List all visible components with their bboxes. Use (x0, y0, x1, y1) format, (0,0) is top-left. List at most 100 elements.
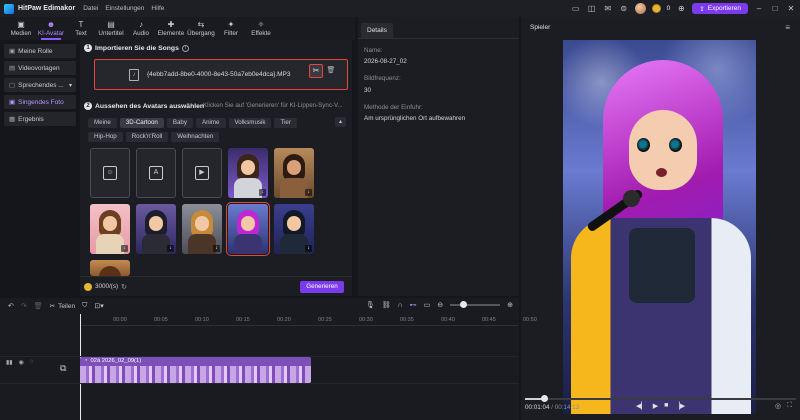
avatar-tile-2[interactable]: ↓ (274, 148, 314, 198)
upload-photo-tile[interactable]: ☺ (90, 148, 130, 198)
track-type-icon: ⧉ (60, 363, 67, 373)
tool-medien[interactable]: ▣ Medien (6, 17, 36, 40)
zoom-slider[interactable] (450, 301, 501, 308)
player-extra-controls: ◎ ⛶ (775, 402, 792, 410)
shield-icon[interactable]: ⛉ (82, 302, 87, 310)
menu-hilfe[interactable]: Hilfe (151, 5, 164, 12)
sidebar-item-meine-rolle[interactable]: ▣ Meine Rolle (4, 44, 76, 58)
info-icon[interactable]: i (181, 44, 189, 52)
stop-icon[interactable]: ■ (664, 402, 668, 410)
clip-thumbnails (80, 366, 311, 383)
chip-anime[interactable]: Anime (195, 118, 226, 128)
add-coins-icon[interactable]: ⊕ (676, 4, 686, 14)
track-lock-icon[interactable]: ▮▮ (6, 359, 13, 366)
user-avatar[interactable] (634, 3, 646, 14)
upload-video-tile[interactable]: ▶ (182, 148, 222, 198)
mail-icon[interactable]: ✉ (603, 4, 613, 14)
player-progress-bar[interactable] (525, 395, 796, 402)
tool-text[interactable]: T Text (66, 17, 96, 40)
collapse-categories-button[interactable]: ▴ (335, 117, 346, 127)
user-icon: ▣ (9, 48, 16, 55)
sidebar-item-sprechendes[interactable]: ▢ Sprechendes ... ▾ (4, 78, 76, 92)
cut-song-button[interactable]: ✂ (309, 64, 323, 78)
avatar-tile-1[interactable]: ↓ (228, 148, 268, 198)
avatar-tile-3[interactable]: ↓ (90, 204, 130, 254)
previous-frame-icon[interactable]: ◀▏ (636, 402, 647, 410)
chip-tier[interactable]: Tier (274, 118, 297, 128)
maximize-icon[interactable]: □ (770, 4, 780, 13)
singing-photo-icon: ▣ (9, 99, 16, 106)
sidebar-item-singendes-foto[interactable]: ▣ Singendes Foto (4, 95, 76, 109)
tool-audio[interactable]: ♪ Audio (126, 17, 156, 40)
tool-untertitel[interactable]: ▤ Untertitel (96, 17, 126, 40)
chip-volksmusik[interactable]: Volksmusik (228, 118, 272, 128)
export-button[interactable]: ⇪ Exportieren (692, 3, 748, 14)
tool-label: Audio (132, 29, 150, 37)
track-visibility-icon[interactable]: ◉ (19, 359, 24, 366)
upload-ai-tile[interactable]: A (136, 148, 176, 198)
split-button[interactable]: ✂ Teilen (50, 302, 75, 311)
tool-ki-avatar[interactable]: ☻ KI-Avatar (36, 17, 66, 40)
zoom-slider-handle[interactable] (460, 301, 468, 308)
link-icon[interactable]: ⛓ (382, 301, 391, 309)
import-method-value: Am ursprünglichen Ort aufbewahren (364, 115, 466, 122)
avatar-tile-6[interactable]: ↓ (274, 204, 314, 254)
step1-title-text: Importieren Sie die Songs (95, 44, 179, 52)
chip-rocknroll[interactable]: Rock'n'Roll (125, 132, 169, 142)
generate-button[interactable]: Generieren (300, 281, 344, 293)
avatar-tile-selected[interactable] (226, 202, 270, 256)
chip-hip-hop[interactable]: Hip-Hop (88, 132, 123, 142)
ruler-tick-label: 00:15 (236, 317, 250, 323)
chip-weihnachten[interactable]: Weihnachten (171, 132, 220, 142)
preview-icon[interactable]: ▭ (424, 301, 431, 309)
undo-icon[interactable]: ↶ (8, 302, 14, 310)
next-frame-icon[interactable]: ▕▶ (674, 402, 685, 410)
microphone-icon[interactable]: 🎙 (366, 301, 375, 309)
step2-number: 2 (84, 102, 92, 110)
snapshot-icon[interactable]: ◎ (775, 402, 781, 410)
tool-elemente[interactable]: ✚ Elemente (156, 17, 186, 40)
fullscreen-icon[interactable]: ⛶ (787, 402, 792, 410)
tool-uebergang[interactable]: ⇆ Übergang (186, 17, 216, 40)
sidebar-item-ergebnis[interactable]: ▦ Ergebnis (4, 112, 76, 126)
gift-icon[interactable]: ◫ (587, 4, 597, 14)
crop-icon[interactable]: ⊡▾ (94, 302, 103, 310)
player-panel: Spieler ≡ 00:01:04 / 00:14:13 ◀▏ ▶ ■ ▕▶ … (521, 17, 800, 420)
avatar-tile-4[interactable]: ↓ (136, 204, 176, 254)
delete-song-button[interactable]: 🗑 (325, 64, 337, 78)
menu-icon[interactable]: ≡ (785, 23, 790, 32)
redo-icon[interactable]: ↷ (21, 302, 27, 310)
play-icon[interactable]: ▶ (653, 402, 658, 410)
tool-filter[interactable]: ✦ Filter (216, 17, 246, 40)
video-preview[interactable] (563, 40, 756, 414)
text-icon: T (78, 19, 84, 29)
ruler-tick-label: 00:30 (359, 317, 373, 323)
menu-einstellungen[interactable]: Einstellungen (105, 5, 144, 12)
menu-datei[interactable]: Datei (83, 5, 98, 12)
zoom-out-icon[interactable]: ⊖ (437, 301, 443, 309)
sidebar-item-videovorlagen[interactable]: ▤ Videovorlagen (4, 61, 76, 75)
snap-icon[interactable]: ⊷ (410, 301, 417, 309)
timeline-ruler[interactable]: 00:00 00:05 00:10 00:15 00:20 00:25 00:30 00:35… (80, 316, 537, 326)
tab-details[interactable]: Details (361, 23, 393, 38)
chip-baby[interactable]: Baby (166, 118, 193, 128)
video-clip[interactable]: ◔ 02â 2026_02_09(1) (80, 357, 311, 383)
download-icon: ↓ (305, 189, 312, 196)
feedback-icon[interactable]: ▭ (571, 4, 581, 14)
close-icon[interactable]: ✕ (786, 4, 796, 13)
delete-icon[interactable]: 🗑 (34, 302, 43, 310)
minimize-icon[interactable]: – (754, 4, 764, 13)
zoom-in-icon[interactable]: ⊕ (507, 301, 513, 309)
magnet-icon[interactable]: ∩ (398, 302, 403, 309)
track-mute-icon[interactable]: ◌ (30, 359, 34, 366)
notification-icon[interactable]: ⊜ (619, 4, 629, 14)
chip-meine[interactable]: Meine (88, 118, 117, 128)
tool-effekte[interactable]: ✧ Effekte (246, 17, 276, 40)
avatar-tile-5[interactable]: ↓ (182, 204, 222, 254)
chip-3d-cartoon[interactable]: 3D-Cartoon (119, 118, 164, 128)
player-progress-handle[interactable] (540, 395, 548, 402)
avatar-tile-7[interactable] (90, 260, 130, 276)
video-template-icon: ▤ (9, 65, 16, 72)
song-import-box[interactable]: ♪ {4ebb7add-8be0-4000-8e43-50a7eb0e4dca}… (94, 59, 348, 90)
refresh-icon[interactable]: ↻ (121, 283, 127, 291)
